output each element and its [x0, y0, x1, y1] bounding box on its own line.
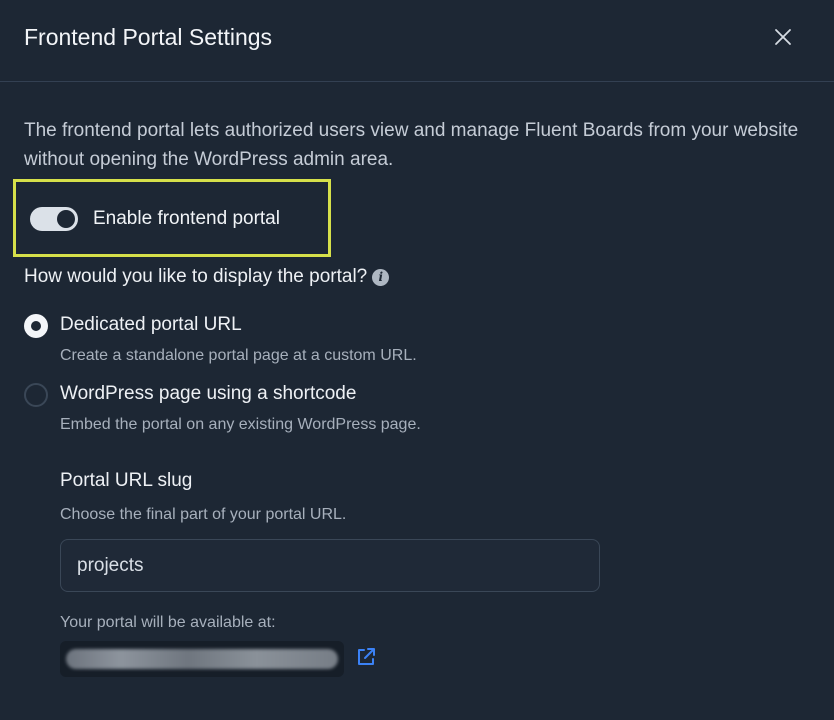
slug-help: Choose the final part of your portal URL…	[60, 506, 347, 523]
option-dedicated-url-help: Create a standalone portal page at a cus…	[60, 347, 417, 364]
option-shortcode-help: Embed the portal on any existing WordPre…	[60, 416, 421, 433]
enable-portal-toggle[interactable]	[30, 207, 78, 231]
portal-description: The frontend portal lets authorized user…	[24, 120, 799, 170]
display-question-text: How would you like to display the portal…	[24, 266, 368, 287]
portal-url-display	[60, 641, 344, 677]
close-icon[interactable]	[770, 24, 796, 50]
external-link-icon[interactable]	[355, 646, 377, 668]
enable-portal-label: Enable frontend portal	[93, 208, 280, 229]
portal-url-blurred	[66, 649, 338, 669]
dialog-title: Frontend Portal Settings	[24, 24, 273, 50]
toggle-knob	[57, 210, 75, 228]
slug-input[interactable]	[60, 539, 600, 592]
availability-label: Your portal will be available at:	[60, 614, 276, 631]
radio-dedicated-url[interactable]	[24, 314, 48, 338]
dialog-header: Frontend Portal Settings	[0, 0, 834, 82]
info-icon[interactable]: i	[372, 268, 390, 286]
slug-title: Portal URL slug	[60, 470, 193, 491]
option-dedicated-url-label[interactable]: Dedicated portal URL	[60, 314, 242, 336]
enable-portal-highlight: Enable frontend portal	[13, 179, 331, 257]
display-question: How would you like to display the portal…	[24, 266, 390, 288]
option-shortcode-label[interactable]: WordPress page using a shortcode	[60, 383, 356, 405]
radio-shortcode-page[interactable]	[24, 383, 48, 407]
